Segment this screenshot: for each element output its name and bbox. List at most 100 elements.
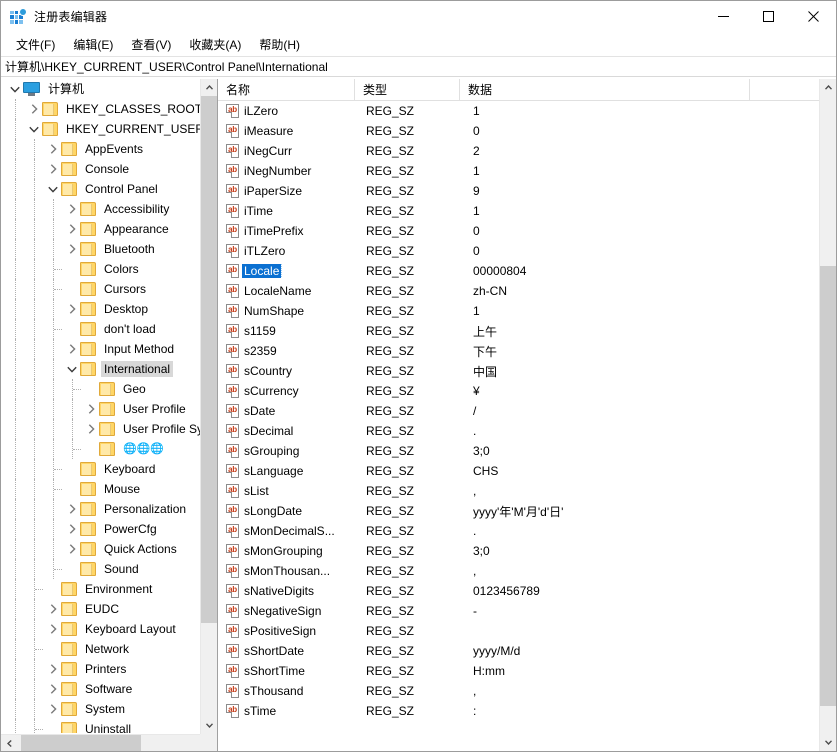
tree-item-uninstall[interactable]: Uninstall	[1, 719, 201, 733]
value-row[interactable]: ab sPositiveSign REG_SZ	[218, 621, 836, 641]
value-row[interactable]: ab LocaleName REG_SZ zh-CN	[218, 281, 836, 301]
column-header-type[interactable]: 类型	[355, 79, 460, 101]
tree-item-geo[interactable]: Geo	[1, 379, 201, 399]
value-row[interactable]: ab sMonGrouping REG_SZ 3;0	[218, 541, 836, 561]
menu-favorites[interactable]: 收藏夹(A)	[180, 34, 250, 55]
tree-item-cursors[interactable]: Cursors	[1, 279, 201, 299]
tree-item-system[interactable]: System	[1, 699, 201, 719]
tree-item-user-profile[interactable]: User Profile	[1, 399, 201, 419]
chevron-right-icon[interactable]	[64, 519, 80, 539]
chevron-right-icon[interactable]	[45, 659, 61, 679]
tree-scroll-down-button[interactable]	[201, 717, 217, 734]
tree-item-personalization[interactable]: Personalization	[1, 499, 201, 519]
chevron-right-icon[interactable]	[64, 219, 80, 239]
tree-item-software[interactable]: Software	[1, 679, 201, 699]
tree-scroll-left-button[interactable]	[1, 735, 18, 751]
tree-item-input-method[interactable]: Input Method	[1, 339, 201, 359]
chevron-right-icon[interactable]	[45, 159, 61, 179]
tree-scroll-up-button[interactable]	[201, 79, 217, 96]
value-row[interactable]: ab sList REG_SZ,	[218, 481, 836, 501]
registry-values-list[interactable]: ab iLZero REG_SZ 1 ab iMeasure REG_SZ 0 ab iNegCu…	[218, 101, 836, 750]
value-row[interactable]: ab sLongDate REG_SZ yyyy'年'M'月'd'日'	[218, 501, 836, 521]
value-row[interactable]: ab iLZero REG_SZ 1	[218, 101, 836, 121]
value-row[interactable]: ab iTimePrefix REG_SZ 0	[218, 221, 836, 241]
tree-item-don-t-load[interactable]: don't load	[1, 319, 201, 339]
tree-item-appevents[interactable]: AppEvents	[1, 139, 201, 159]
chevron-right-icon[interactable]	[45, 139, 61, 159]
tree-item-accessibility[interactable]: Accessibility	[1, 199, 201, 219]
chevron-right-icon[interactable]	[64, 499, 80, 519]
close-button[interactable]	[791, 1, 836, 32]
tree-item-control-panel[interactable]: Control Panel	[1, 179, 201, 199]
value-row[interactable]: ab Locale REG_SZ 00000804	[218, 261, 836, 281]
maximize-button[interactable]	[746, 1, 791, 32]
tree-item-eudc[interactable]: EUDC	[1, 599, 201, 619]
chevron-right-icon[interactable]	[64, 299, 80, 319]
chevron-down-icon[interactable]	[26, 119, 42, 139]
chevron-right-icon[interactable]	[64, 199, 80, 219]
value-row[interactable]: ab sTime REG_SZ:	[218, 701, 836, 721]
tree-scrollbar-thumb[interactable]	[201, 96, 217, 623]
value-row[interactable]: ab sThousand REG_SZ,	[218, 681, 836, 701]
column-header-name[interactable]: 名称	[218, 79, 355, 101]
tree-item-console[interactable]: Console	[1, 159, 201, 179]
tree-item-hkey-current-user[interactable]: HKEY_CURRENT_USER	[1, 119, 201, 139]
menu-view[interactable]: 查看(V)	[122, 34, 180, 55]
tree-item-keyboard-layout[interactable]: Keyboard Layout	[1, 619, 201, 639]
tree-hscrollbar-thumb[interactable]	[21, 735, 141, 751]
chevron-right-icon[interactable]	[64, 539, 80, 559]
value-row[interactable]: ab s2359 REG_SZ 下午	[218, 341, 836, 361]
value-row[interactable]: ab iNegNumber REG_SZ 1	[218, 161, 836, 181]
tree-item-colors[interactable]: Colors	[1, 259, 201, 279]
value-row[interactable]: ab sCountry REG_SZ 中国	[218, 361, 836, 381]
tree-item-environment[interactable]: Environment	[1, 579, 201, 599]
value-row[interactable]: ab iNegCurr REG_SZ 2	[218, 141, 836, 161]
value-row[interactable]: ab sNativeDigits REG_SZ 0123456789	[218, 581, 836, 601]
chevron-right-icon[interactable]	[45, 619, 61, 639]
tree-item-bluetooth[interactable]: Bluetooth	[1, 239, 201, 259]
chevron-right-icon[interactable]	[83, 399, 99, 419]
menu-help[interactable]: 帮助(H)	[250, 34, 309, 55]
chevron-right-icon[interactable]	[45, 599, 61, 619]
list-vertical-scrollbar[interactable]	[819, 79, 836, 751]
list-scroll-down-button[interactable]	[820, 734, 836, 751]
minimize-button[interactable]	[701, 1, 746, 32]
address-bar[interactable]: 计算机\HKEY_CURRENT_USER\Control Panel\Inte…	[1, 56, 836, 77]
value-row[interactable]: ab sDate REG_SZ /	[218, 401, 836, 421]
tree-item-[interactable]: 计算机	[1, 79, 201, 99]
list-scrollbar-thumb[interactable]	[820, 266, 836, 706]
chevron-down-icon[interactable]	[7, 79, 23, 99]
value-row[interactable]: ab iMeasure REG_SZ 0	[218, 121, 836, 141]
tree-item-international[interactable]: International	[1, 359, 201, 379]
chevron-right-icon[interactable]	[64, 339, 80, 359]
value-row[interactable]: ab s1159 REG_SZ 上午	[218, 321, 836, 341]
value-row[interactable]: ab sGrouping REG_SZ 3;0	[218, 441, 836, 461]
menu-file[interactable]: 文件(F)	[7, 34, 64, 55]
tree-item-hkey-classes-root[interactable]: HKEY_CLASSES_ROOT	[1, 99, 201, 119]
list-scroll-up-button[interactable]	[820, 79, 836, 96]
value-row[interactable]: ab sNegativeSign REG_SZ -	[218, 601, 836, 621]
menu-edit[interactable]: 编辑(E)	[64, 34, 122, 55]
value-row[interactable]: ab sMonThousan... REG_SZ,	[218, 561, 836, 581]
value-row[interactable]: ab sDecimal REG_SZ.	[218, 421, 836, 441]
value-row[interactable]: ab sShortDate REG_SZ yyyy/M/d	[218, 641, 836, 661]
tree-vertical-scrollbar[interactable]	[200, 79, 217, 734]
value-row[interactable]: ab NumShape REG_SZ 1	[218, 301, 836, 321]
tree-item-powercfg[interactable]: PowerCfg	[1, 519, 201, 539]
chevron-right-icon[interactable]	[26, 99, 42, 119]
tree-item-sound[interactable]: Sound	[1, 559, 201, 579]
value-row[interactable]: ab sLanguage REG_SZ CHS	[218, 461, 836, 481]
tree-item-desktop[interactable]: Desktop	[1, 299, 201, 319]
tree-item-quick-actions[interactable]: Quick Actions	[1, 539, 201, 559]
chevron-down-icon[interactable]	[64, 359, 80, 379]
chevron-right-icon[interactable]	[45, 699, 61, 719]
registry-tree[interactable]: 计算机 HKEY_CLASSES_ROOT HKEY_CURRENT_USER App…	[1, 79, 201, 733]
chevron-right-icon[interactable]	[83, 419, 99, 439]
value-row[interactable]: ab sCurrency REG_SZ ¥	[218, 381, 836, 401]
value-row[interactable]: ab iTLZero REG_SZ 0	[218, 241, 836, 261]
tree-horizontal-scrollbar[interactable]	[1, 734, 217, 751]
tree-item-network[interactable]: Network	[1, 639, 201, 659]
column-header-data[interactable]: 数据	[460, 79, 750, 101]
value-row[interactable]: ab sShortTime REG_SZ H:mm	[218, 661, 836, 681]
tree-item-user-profile-sys[interactable]: User Profile Sys	[1, 419, 201, 439]
